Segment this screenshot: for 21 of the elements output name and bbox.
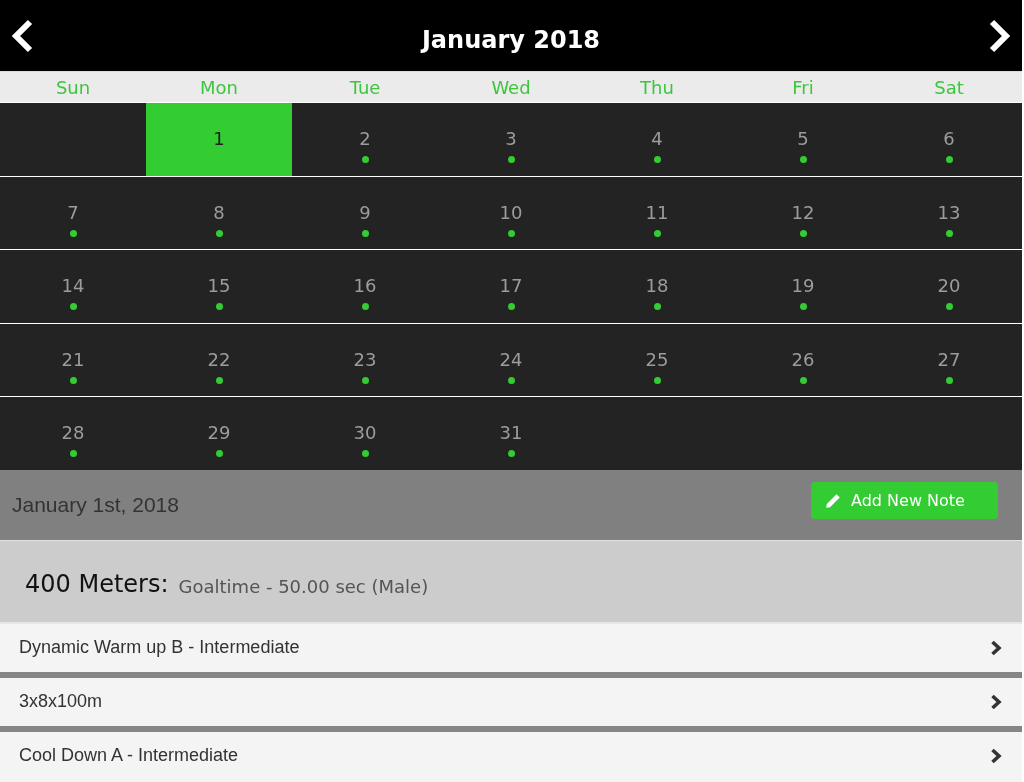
weekday-label: Mon [200, 76, 238, 98]
chevron-right-icon [990, 639, 1002, 656]
selected-date: January 1st, 2018 [12, 492, 179, 517]
calendar-day[interactable]: 1 [146, 103, 292, 176]
weekday-label: Thu [640, 76, 674, 98]
event-name: 400 Meters: [25, 570, 169, 599]
chevron-left-icon [11, 18, 35, 53]
chevron-right-icon [990, 747, 1002, 764]
chevron-right-icon [987, 18, 1011, 53]
goal-time: Goaltime - 50.00 sec (Male) [178, 574, 429, 597]
workout-item[interactable]: Dynamic Warm up B - Intermediate [0, 623, 1022, 672]
workout-item[interactable]: Cool Down A - Intermediate [0, 731, 1022, 780]
weekday-label: Sun [55, 76, 91, 98]
weekday-label: Fri [792, 76, 814, 98]
weekday-label: Sat [934, 76, 964, 98]
weekday-label: Tue [349, 76, 381, 98]
pencil-icon [825, 492, 841, 509]
workout-item[interactable]: 3x8x100m [0, 677, 1022, 726]
month-title: January 2018 [421, 24, 601, 54]
weekday-label: Wed [491, 76, 531, 98]
chevron-right-icon [990, 693, 1002, 710]
